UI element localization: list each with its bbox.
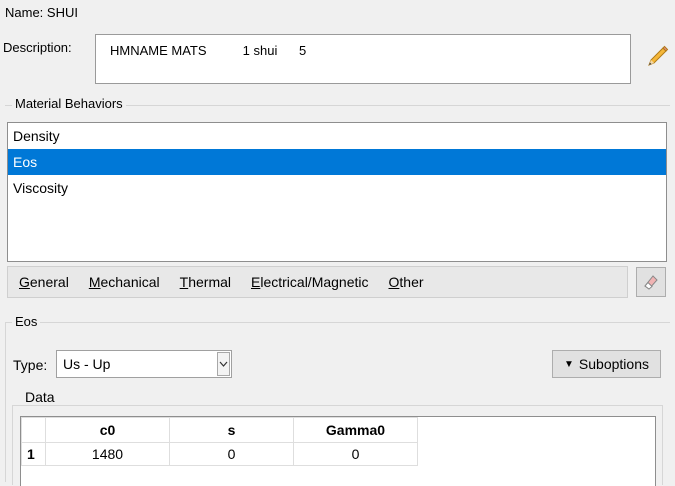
suboptions-button[interactable]: ▼ Suboptions (552, 350, 661, 378)
corner-cell (21, 417, 46, 443)
material-behaviors-list[interactable]: Density Eos Viscosity (7, 122, 667, 262)
cell-c0[interactable]: 1480 (45, 442, 170, 466)
name-value: SHUI (46, 5, 78, 20)
description-field[interactable]: HMNAME MATS 1 shui 5 (95, 34, 631, 84)
list-item-eos[interactable]: Eos (8, 149, 666, 175)
cell-gamma0[interactable]: 0 (293, 442, 418, 466)
chevron-down-icon[interactable] (217, 352, 230, 376)
triangle-down-icon: ▼ (564, 358, 574, 370)
menu-other[interactable]: Other (389, 274, 424, 290)
list-item-density[interactable]: Density (8, 123, 666, 149)
material-behaviors-title: Material Behaviors (12, 96, 126, 111)
suboptions-label: Suboptions (578, 356, 649, 372)
type-select-value: Us - Up (63, 356, 111, 372)
name-row: Name: SHUI (5, 5, 78, 20)
table-header-row: c0 s Gamma0 (21, 417, 418, 443)
pencil-icon[interactable] (644, 44, 670, 70)
cell-s[interactable]: 0 (169, 442, 294, 466)
table-row: 1 1480 0 0 (21, 442, 418, 466)
erase-behavior-button[interactable] (636, 267, 666, 297)
data-title: Data (22, 389, 58, 405)
type-label: Type: (13, 357, 48, 373)
column-header-c0[interactable]: c0 (45, 417, 170, 443)
data-table: c0 s Gamma0 1 1480 0 0 (20, 416, 656, 486)
menu-thermal[interactable]: Thermal (180, 274, 231, 290)
column-header-gamma0[interactable]: Gamma0 (293, 417, 418, 443)
list-item-viscosity[interactable]: Viscosity (8, 175, 666, 201)
eraser-icon (644, 275, 658, 290)
behavior-menu-bar: General Mechanical Thermal Electrical/Ma… (7, 266, 628, 298)
menu-electrical-magnetic[interactable]: Electrical/Magnetic (251, 274, 369, 290)
menu-mechanical[interactable]: Mechanical (89, 274, 160, 290)
eos-title: Eos (12, 314, 41, 329)
type-select[interactable]: Us - Up (56, 350, 232, 378)
description-label: Description: (3, 40, 72, 55)
row-number: 1 (21, 442, 46, 466)
name-label: Name: (5, 5, 44, 20)
column-header-s[interactable]: s (169, 417, 294, 443)
menu-general[interactable]: General (19, 274, 69, 290)
